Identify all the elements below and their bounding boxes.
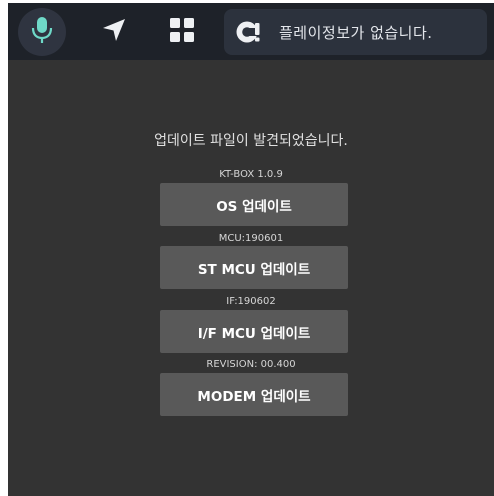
- update-panel: 업데이트 파일이 발견되었습니다. KT-BOX 1.0.9 OS 업데이트 M…: [8, 60, 494, 496]
- media-status-text: 플레이정보가 없습니다.: [279, 23, 433, 42]
- os-update-button[interactable]: OS 업데이트: [160, 183, 348, 226]
- apps-button[interactable]: [166, 16, 198, 48]
- if-mcu-version-label: IF:190602: [226, 296, 276, 307]
- top-status-bar: 플레이정보가 없습니다.: [8, 3, 494, 60]
- st-mcu-version-label: MCU:190601: [218, 233, 284, 244]
- voice-assistant-button[interactable]: [18, 8, 66, 56]
- apps-grid-icon: [169, 17, 195, 47]
- modem-update-button[interactable]: MODEM 업데이트: [160, 373, 348, 416]
- media-source-icon: [235, 18, 263, 46]
- media-status-widget[interactable]: 플레이정보가 없습니다.: [224, 9, 487, 55]
- st-mcu-update-button[interactable]: ST MCU 업데이트: [160, 246, 348, 289]
- update-found-message: 업데이트 파일이 발견되었습니다.: [154, 133, 348, 149]
- if-mcu-update-button[interactable]: I/F MCU 업데이트: [160, 310, 348, 353]
- modem-version-label: REVISION: 00.400: [206, 359, 296, 370]
- os-version-label: KT-BOX 1.0.9: [219, 169, 283, 180]
- navigation-button[interactable]: [98, 16, 130, 48]
- navigation-arrow-icon: [100, 16, 128, 48]
- microphone-icon: [29, 15, 55, 49]
- head-unit-screen: 플레이정보가 없습니다. 업데이트 파일이 발견되었습니다. KT-BOX 1.…: [8, 3, 494, 496]
